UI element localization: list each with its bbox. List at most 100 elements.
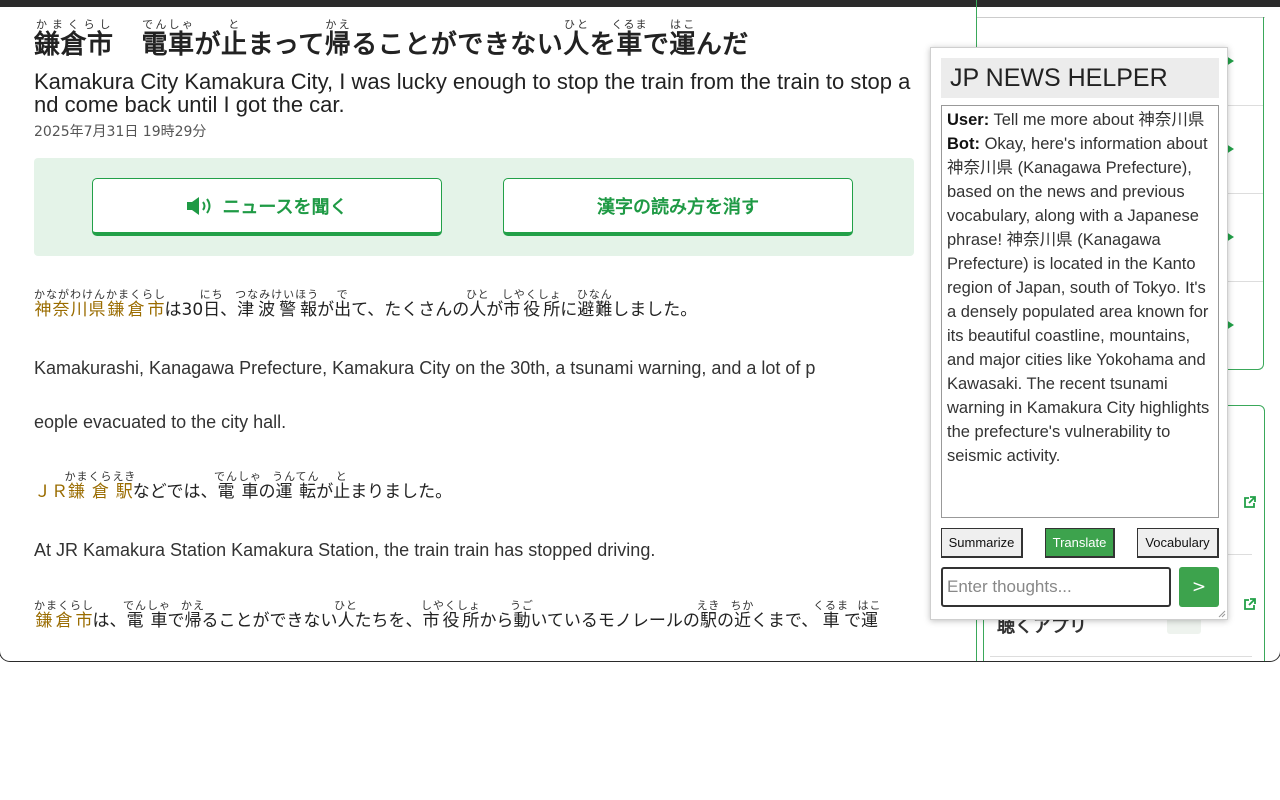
text-segment: が <box>486 300 504 320</box>
text-segment: で <box>642 30 670 60</box>
furigana: つなみけいほう <box>235 288 320 301</box>
kanji-with-reading: 人ひと <box>465 288 490 320</box>
paragraph-1-english-line1: Kamakurashi, Kanagawa Prefecture, Kamaku… <box>34 358 816 378</box>
furigana: でんしゃ <box>213 470 262 483</box>
furigana: でんしゃ <box>123 599 171 612</box>
kanji-with-reading: 車くるま <box>813 599 850 631</box>
furigana: かまくらし <box>34 599 94 612</box>
paragraph-2-ruby: ＪＲ鎌倉駅かまくらえきなどでは、電車でんしゃの運転うんてんが止とまりました。 <box>34 470 452 502</box>
kanji-with-reading: 止と <box>221 18 248 60</box>
hide-reading-label: 漢字の読み方を消す <box>597 196 759 218</box>
text-segment: は、 <box>92 611 127 631</box>
kanji-with-reading: 鎌倉駅かまくらえき <box>64 470 137 502</box>
article-title: 鎌倉市かまくらし電車でんしゃが止とまって帰かえることができない人ひとを車くるまで… <box>34 18 914 68</box>
paragraph-1-japanese: 神奈川県かながわけん鎌倉市かまくらしは30日にち、津波警報つなみけいほうが出でて… <box>34 288 697 320</box>
external-link-icon[interactable] <box>1243 598 1256 611</box>
furigana: かえ <box>324 18 352 31</box>
kanji-with-reading: 駅えき <box>696 599 721 631</box>
text-segment: いているモノレールの <box>530 611 700 631</box>
furigana: と <box>221 18 248 31</box>
paragraph-1-english-line2: eople evacuated to the city hall. <box>34 412 287 432</box>
text-segment: は30 <box>164 300 204 320</box>
furigana: えき <box>696 599 721 612</box>
furigana: で <box>334 288 352 301</box>
bot-label: Bot: <box>947 135 980 153</box>
user-label: User: <box>947 111 990 129</box>
chat-log[interactable]: User: Tell me more about 神奈川県 Bot: Okay,… <box>941 105 1219 518</box>
furigana: くるま <box>611 18 648 31</box>
thoughts-input[interactable] <box>941 567 1171 607</box>
title-ruby: 鎌倉市かまくらし電車でんしゃが止とまって帰かえることができない人ひとを車くるまで… <box>34 18 749 60</box>
helper-title: JP NEWS HELPER <box>941 58 1219 98</box>
kanji-with-reading: 人ひと <box>334 599 358 631</box>
paragraph-1-ruby: 神奈川県かながわけん鎌倉市かまくらしは30日にち、津波警報つなみけいほうが出でて… <box>34 288 698 320</box>
listen-news-button[interactable]: ニュースを聞く <box>92 178 442 236</box>
external-link-icon[interactable] <box>1243 496 1256 509</box>
text-segment: たちを、 <box>354 611 423 631</box>
text-segment: などでは、 <box>132 482 218 502</box>
sidebar-top-strip <box>977 0 1265 18</box>
furigana: うんてん <box>272 470 320 483</box>
article: 鎌倉市かまくらし電車でんしゃが止とまって帰かえることができない人ひとを車くるまで… <box>34 18 914 631</box>
furigana: にち <box>199 288 224 301</box>
kanji-with-reading: 鎌倉市かまくらし <box>34 18 114 60</box>
article-title-english: Kamakura City Kamakura City, I was lucky… <box>34 69 911 117</box>
user-message-text: Tell me more about 神奈川県 <box>993 111 1205 129</box>
furigana: しやくしょ <box>501 288 562 301</box>
listen-news-text: ニュースを聞く <box>222 196 348 218</box>
kanji-with-reading: 帰かえ <box>181 599 205 631</box>
vocabulary-button[interactable]: Vocabulary <box>1137 528 1219 558</box>
paragraph-2-english: At JR Kamakura Station Kamakura Station,… <box>34 540 656 560</box>
text-segment: から <box>479 611 514 631</box>
furigana: かまくらえき <box>64 470 137 483</box>
furigana: ひと <box>334 599 358 612</box>
text-segment: くまで、 <box>750 611 819 631</box>
text-segment: が <box>316 482 334 502</box>
bot-message: Bot: Okay, here's information about 神奈川県… <box>947 132 1212 468</box>
furigana: でんしゃ <box>141 18 195 31</box>
kanji-with-reading: 避難ひなん <box>576 288 613 320</box>
furigana: かまくらし <box>34 18 114 31</box>
text-segment: ることができない <box>201 611 338 631</box>
text-segment: ＪＲ <box>34 482 68 502</box>
furigana: しやくしょ <box>421 599 481 612</box>
kanji-with-reading: 鎌倉市かまくらし <box>34 599 94 631</box>
speaker-icon <box>187 196 211 215</box>
text-segment: が <box>317 300 335 320</box>
text-segment: ることができない <box>351 30 564 60</box>
text-segment: て、たくさんの <box>351 300 470 320</box>
furigana: かえ <box>181 599 205 612</box>
kanji-with-reading: 出で <box>334 288 352 320</box>
furigana: うご <box>509 599 534 612</box>
send-button[interactable]: > <box>1179 567 1219 607</box>
text-segment: に <box>560 300 578 320</box>
article-action-box: ニュースを聞く 漢字の読み方を消す <box>34 158 914 256</box>
kanji-with-reading: 電車でんしゃ <box>213 470 262 502</box>
paragraph-3-ruby: 鎌倉市かまくらしは、電車でんしゃで帰かえることができない人ひとたちを、市役所しや… <box>34 599 882 631</box>
kanji-with-reading: 電車でんしゃ <box>123 599 171 631</box>
translate-button[interactable]: Translate <box>1045 528 1115 558</box>
jp-news-helper-panel: JP NEWS HELPER User: Tell me more about … <box>930 47 1228 620</box>
hide-kanji-reading-button[interactable]: 漢字の読み方を消す <box>503 178 853 236</box>
summarize-button[interactable]: Summarize <box>941 528 1023 558</box>
furigana: はこ <box>857 599 882 612</box>
furigana: かまくらし <box>106 288 166 301</box>
kanji-with-reading: 動うご <box>509 599 534 631</box>
furigana: くるま <box>813 599 850 612</box>
kanji-with-reading: 運はこ <box>857 599 882 631</box>
resize-grip-icon[interactable] <box>1216 608 1226 618</box>
article-date: 2025年7月31日 19時29分 <box>34 124 207 140</box>
kanji-with-reading: 電車でんしゃ <box>141 18 195 60</box>
kanji-with-reading: 止と <box>333 470 351 502</box>
user-message: User: Tell me more about 神奈川県 <box>947 108 1212 132</box>
kanji-with-reading: 帰かえ <box>324 18 352 60</box>
text-segment: まって <box>247 30 325 60</box>
furigana: かながわけん <box>34 288 106 301</box>
kanji-with-reading: 市役所しやくしょ <box>421 599 481 631</box>
bot-message-text: Okay, here's information about 神奈川県 (Kan… <box>947 135 1210 465</box>
furigana: と <box>333 470 351 483</box>
furigana: ひと <box>563 18 590 31</box>
furigana: ひと <box>465 288 490 301</box>
text-segment: しました。 <box>612 300 698 320</box>
kanji-with-reading: 神奈川県かながわけん <box>34 288 106 320</box>
